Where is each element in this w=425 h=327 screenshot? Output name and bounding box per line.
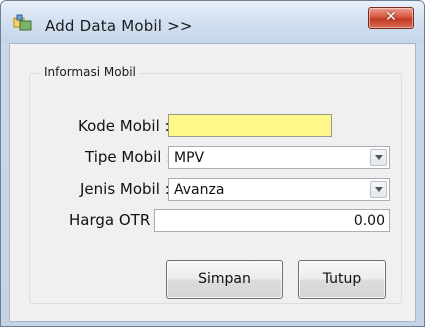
chevron-down-icon[interactable] bbox=[370, 149, 387, 166]
close-button[interactable]: ✕ bbox=[368, 7, 414, 29]
harga-otr-label: Harga OTR : bbox=[69, 211, 161, 229]
chevron-down-icon[interactable] bbox=[370, 181, 387, 198]
harga-otr-input[interactable] bbox=[154, 209, 390, 232]
tipe-mobil-value: MPV bbox=[174, 150, 205, 166]
jenis-mobil-value: Avanza bbox=[174, 182, 225, 198]
app-icon bbox=[13, 14, 33, 32]
kode-mobil-input[interactable] bbox=[168, 114, 332, 137]
jenis-mobil-select[interactable]: Avanza bbox=[168, 178, 390, 201]
window-title: Add Data Mobil >> bbox=[45, 17, 193, 35]
tipe-mobil-label: Tipe Mobil : bbox=[85, 148, 172, 166]
simpan-button[interactable]: Simpan bbox=[166, 260, 283, 299]
close-icon: ✕ bbox=[385, 9, 397, 25]
dialog-body: Informasi Mobil Kode Mobil : Tipe Mobil … bbox=[9, 43, 416, 322]
jenis-mobil-label: Jenis Mobil : bbox=[80, 180, 170, 198]
tipe-mobil-select[interactable]: MPV bbox=[168, 146, 390, 169]
tutup-button[interactable]: Tutup bbox=[298, 260, 386, 299]
group-label: Informasi Mobil bbox=[41, 65, 139, 79]
kode-mobil-label: Kode Mobil : bbox=[78, 117, 170, 135]
add-data-mobil-window: Add Data Mobil >> ✕ Informasi Mobil Kode… bbox=[0, 0, 425, 327]
title-bar[interactable]: Add Data Mobil >> ✕ bbox=[1, 1, 424, 43]
